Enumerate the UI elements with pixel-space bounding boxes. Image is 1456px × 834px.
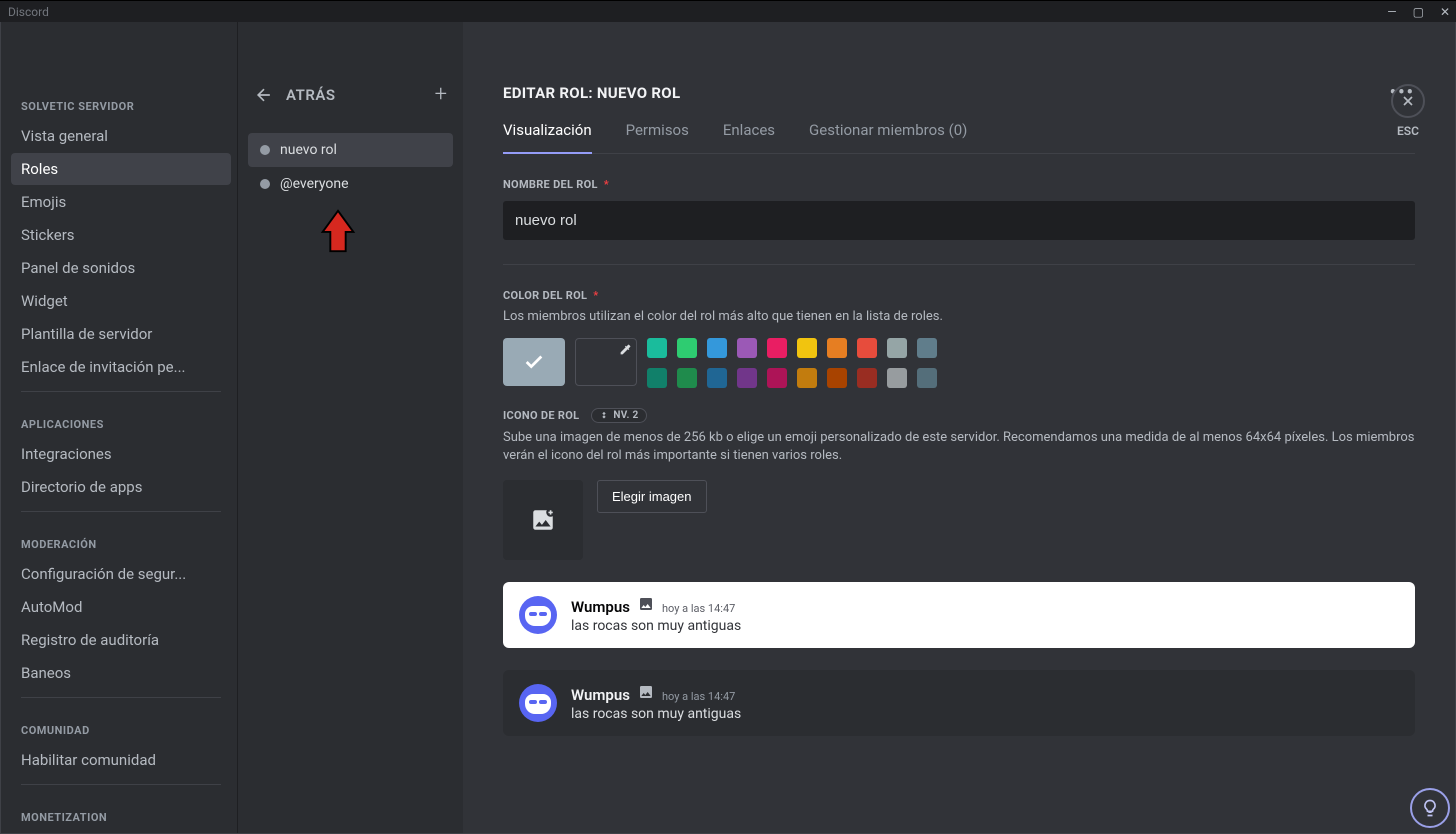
sidebar-item-widget[interactable]: Widget — [11, 285, 231, 317]
sidebar-item-plantilla-de-servidor[interactable]: Plantilla de servidor — [11, 318, 231, 350]
color-swatch[interactable] — [887, 368, 907, 388]
role-icon-description: Sube una imagen de menos de 256 kb o eli… — [503, 429, 1415, 465]
close-icon — [1400, 93, 1416, 109]
divider — [503, 264, 1415, 265]
color-swatch[interactable] — [647, 338, 667, 358]
help-bubble[interactable] — [1410, 788, 1450, 828]
app-name: Discord — [8, 5, 49, 19]
sidebar-item-stickers[interactable]: Stickers — [11, 219, 231, 251]
boost-level-badge: NV. 2 — [591, 408, 646, 423]
color-custom-picker[interactable] — [575, 338, 637, 386]
preview-username: Wumpus — [571, 686, 630, 704]
preview-timestamp: hoy a las 14:47 — [662, 690, 735, 703]
annotation-arrow-icon — [318, 207, 358, 255]
message-preview-light: Wumpus hoy a las 14:47 las rocas son muy… — [503, 582, 1415, 648]
color-swatch[interactable] — [707, 368, 727, 388]
sidebar-item-integraciones[interactable]: Integraciones — [11, 438, 231, 470]
window-minimize[interactable]: — — [1387, 5, 1396, 19]
color-swatch[interactable] — [767, 368, 787, 388]
sidebar-item-server-subscriptions[interactable]: Server Subscriptions — [11, 831, 231, 833]
lightbulb-icon — [1420, 798, 1440, 818]
color-swatch[interactable] — [767, 338, 787, 358]
role-color-dot — [260, 145, 270, 155]
choose-image-button[interactable]: Elegir imagen — [597, 480, 707, 513]
check-icon — [523, 351, 545, 373]
color-swatch[interactable] — [917, 368, 937, 388]
color-swatch[interactable] — [857, 368, 877, 388]
sidebar-item-habilitar-comunidad[interactable]: Habilitar comunidad — [11, 744, 231, 776]
sidebar-item-automod[interactable]: AutoMod — [11, 591, 231, 623]
eyedropper-icon — [619, 343, 632, 356]
sidebar-item-configuraci-n-de-segur[interactable]: Configuración de segur... — [11, 558, 231, 590]
preview-username: Wumpus — [571, 598, 630, 616]
esc-label: ESC — [1397, 124, 1419, 138]
message-preview-dark: Wumpus hoy a las 14:47 las rocas son muy… — [503, 670, 1415, 736]
sidebar-category: APLICACIONES — [11, 400, 231, 437]
sidebar-item-baneos[interactable]: Baneos — [11, 657, 231, 689]
server-name-header: SOLVETIC SERVIDOR — [11, 82, 231, 119]
tab-permisos[interactable]: Permisos — [626, 121, 689, 153]
close-settings-button[interactable] — [1391, 84, 1425, 118]
boost-icon — [599, 411, 609, 421]
role-list-label: nuevo rol — [280, 142, 337, 158]
settings-sidebar: SOLVETIC SERVIDOR Vista generalRolesEmoj… — [1, 22, 237, 833]
sidebar-item-panel-de-sonidos[interactable]: Panel de sonidos — [11, 252, 231, 284]
sidebar-item-directorio-de-apps[interactable]: Directorio de apps — [11, 471, 231, 503]
role-color-dot — [260, 179, 270, 189]
arrow-left-icon — [254, 85, 274, 105]
window-maximize[interactable]: ▢ — [1413, 5, 1424, 19]
color-swatch[interactable] — [677, 368, 697, 388]
role-icon-label: ICONO DE ROL NV. 2 — [503, 408, 1415, 423]
avatar — [519, 596, 557, 634]
tab-visualizaci-n[interactable]: Visualización — [503, 121, 592, 153]
role-name-label: NOMBRE DEL ROL* — [503, 178, 1415, 191]
color-swatch[interactable] — [827, 338, 847, 358]
role-list-label: @everyone — [280, 176, 349, 192]
role-icon-preview — [638, 684, 654, 700]
sidebar-item-roles[interactable]: Roles — [11, 153, 231, 185]
color-swatch[interactable] — [737, 338, 757, 358]
sidebar-category: MONETIZATION — [11, 793, 231, 830]
icon-upload-area[interactable] — [503, 480, 583, 560]
color-default-swatch[interactable] — [503, 338, 565, 386]
tab-enlaces[interactable]: Enlaces — [723, 121, 775, 153]
preview-message: las rocas son muy antiguas — [571, 706, 741, 722]
tab-gestionar-miembros-0[interactable]: Gestionar miembros (0) — [809, 121, 967, 153]
role-list-item[interactable]: nuevo rol — [248, 133, 453, 167]
role-color-description: Los miembros utilizan el color del rol m… — [503, 308, 1415, 326]
role-color-label: COLOR DEL ROL* — [503, 289, 1415, 302]
color-swatch[interactable] — [647, 368, 667, 388]
sidebar-item-enlace-de-invitaci-n-pe[interactable]: Enlace de invitación pe... — [11, 351, 231, 383]
sidebar-item-registro-de-auditor-a[interactable]: Registro de auditoría — [11, 624, 231, 656]
role-editor-panel: ESC EDITAR ROL: NUEVO ROL ••• Visualizac… — [463, 22, 1455, 833]
image-add-icon — [530, 507, 556, 533]
sidebar-category: MODERACIÓN — [11, 520, 231, 557]
window-close[interactable]: ✕ — [1440, 5, 1450, 19]
color-swatch[interactable] — [677, 338, 697, 358]
sidebar-category: COMUNIDAD — [11, 706, 231, 743]
sidebar-item-emojis[interactable]: Emojis — [11, 186, 231, 218]
role-name-input[interactable] — [503, 201, 1415, 240]
back-label: ATRÁS — [286, 86, 336, 104]
role-icon-preview — [638, 596, 654, 612]
color-swatch[interactable] — [797, 338, 817, 358]
back-button[interactable]: ATRÁS — [254, 85, 336, 105]
color-swatch[interactable] — [857, 338, 877, 358]
panel-title: EDITAR ROL: NUEVO ROL — [503, 84, 680, 102]
role-list-item[interactable]: @everyone — [248, 167, 453, 201]
preview-message: las rocas son muy antiguas — [571, 618, 741, 634]
add-role-button[interactable]: + — [435, 82, 447, 107]
color-swatch[interactable] — [887, 338, 907, 358]
color-swatch[interactable] — [797, 368, 817, 388]
sidebar-item-vista-general[interactable]: Vista general — [11, 120, 231, 152]
color-swatch[interactable] — [917, 338, 937, 358]
preview-timestamp: hoy a las 14:47 — [662, 602, 735, 615]
avatar — [519, 684, 557, 722]
color-swatch[interactable] — [707, 338, 727, 358]
roles-list-column: ATRÁS + nuevo rol @everyone — [237, 22, 463, 833]
color-swatch[interactable] — [737, 368, 757, 388]
titlebar: Discord — ▢ ✕ — [0, 0, 1456, 22]
color-swatch[interactable] — [827, 368, 847, 388]
